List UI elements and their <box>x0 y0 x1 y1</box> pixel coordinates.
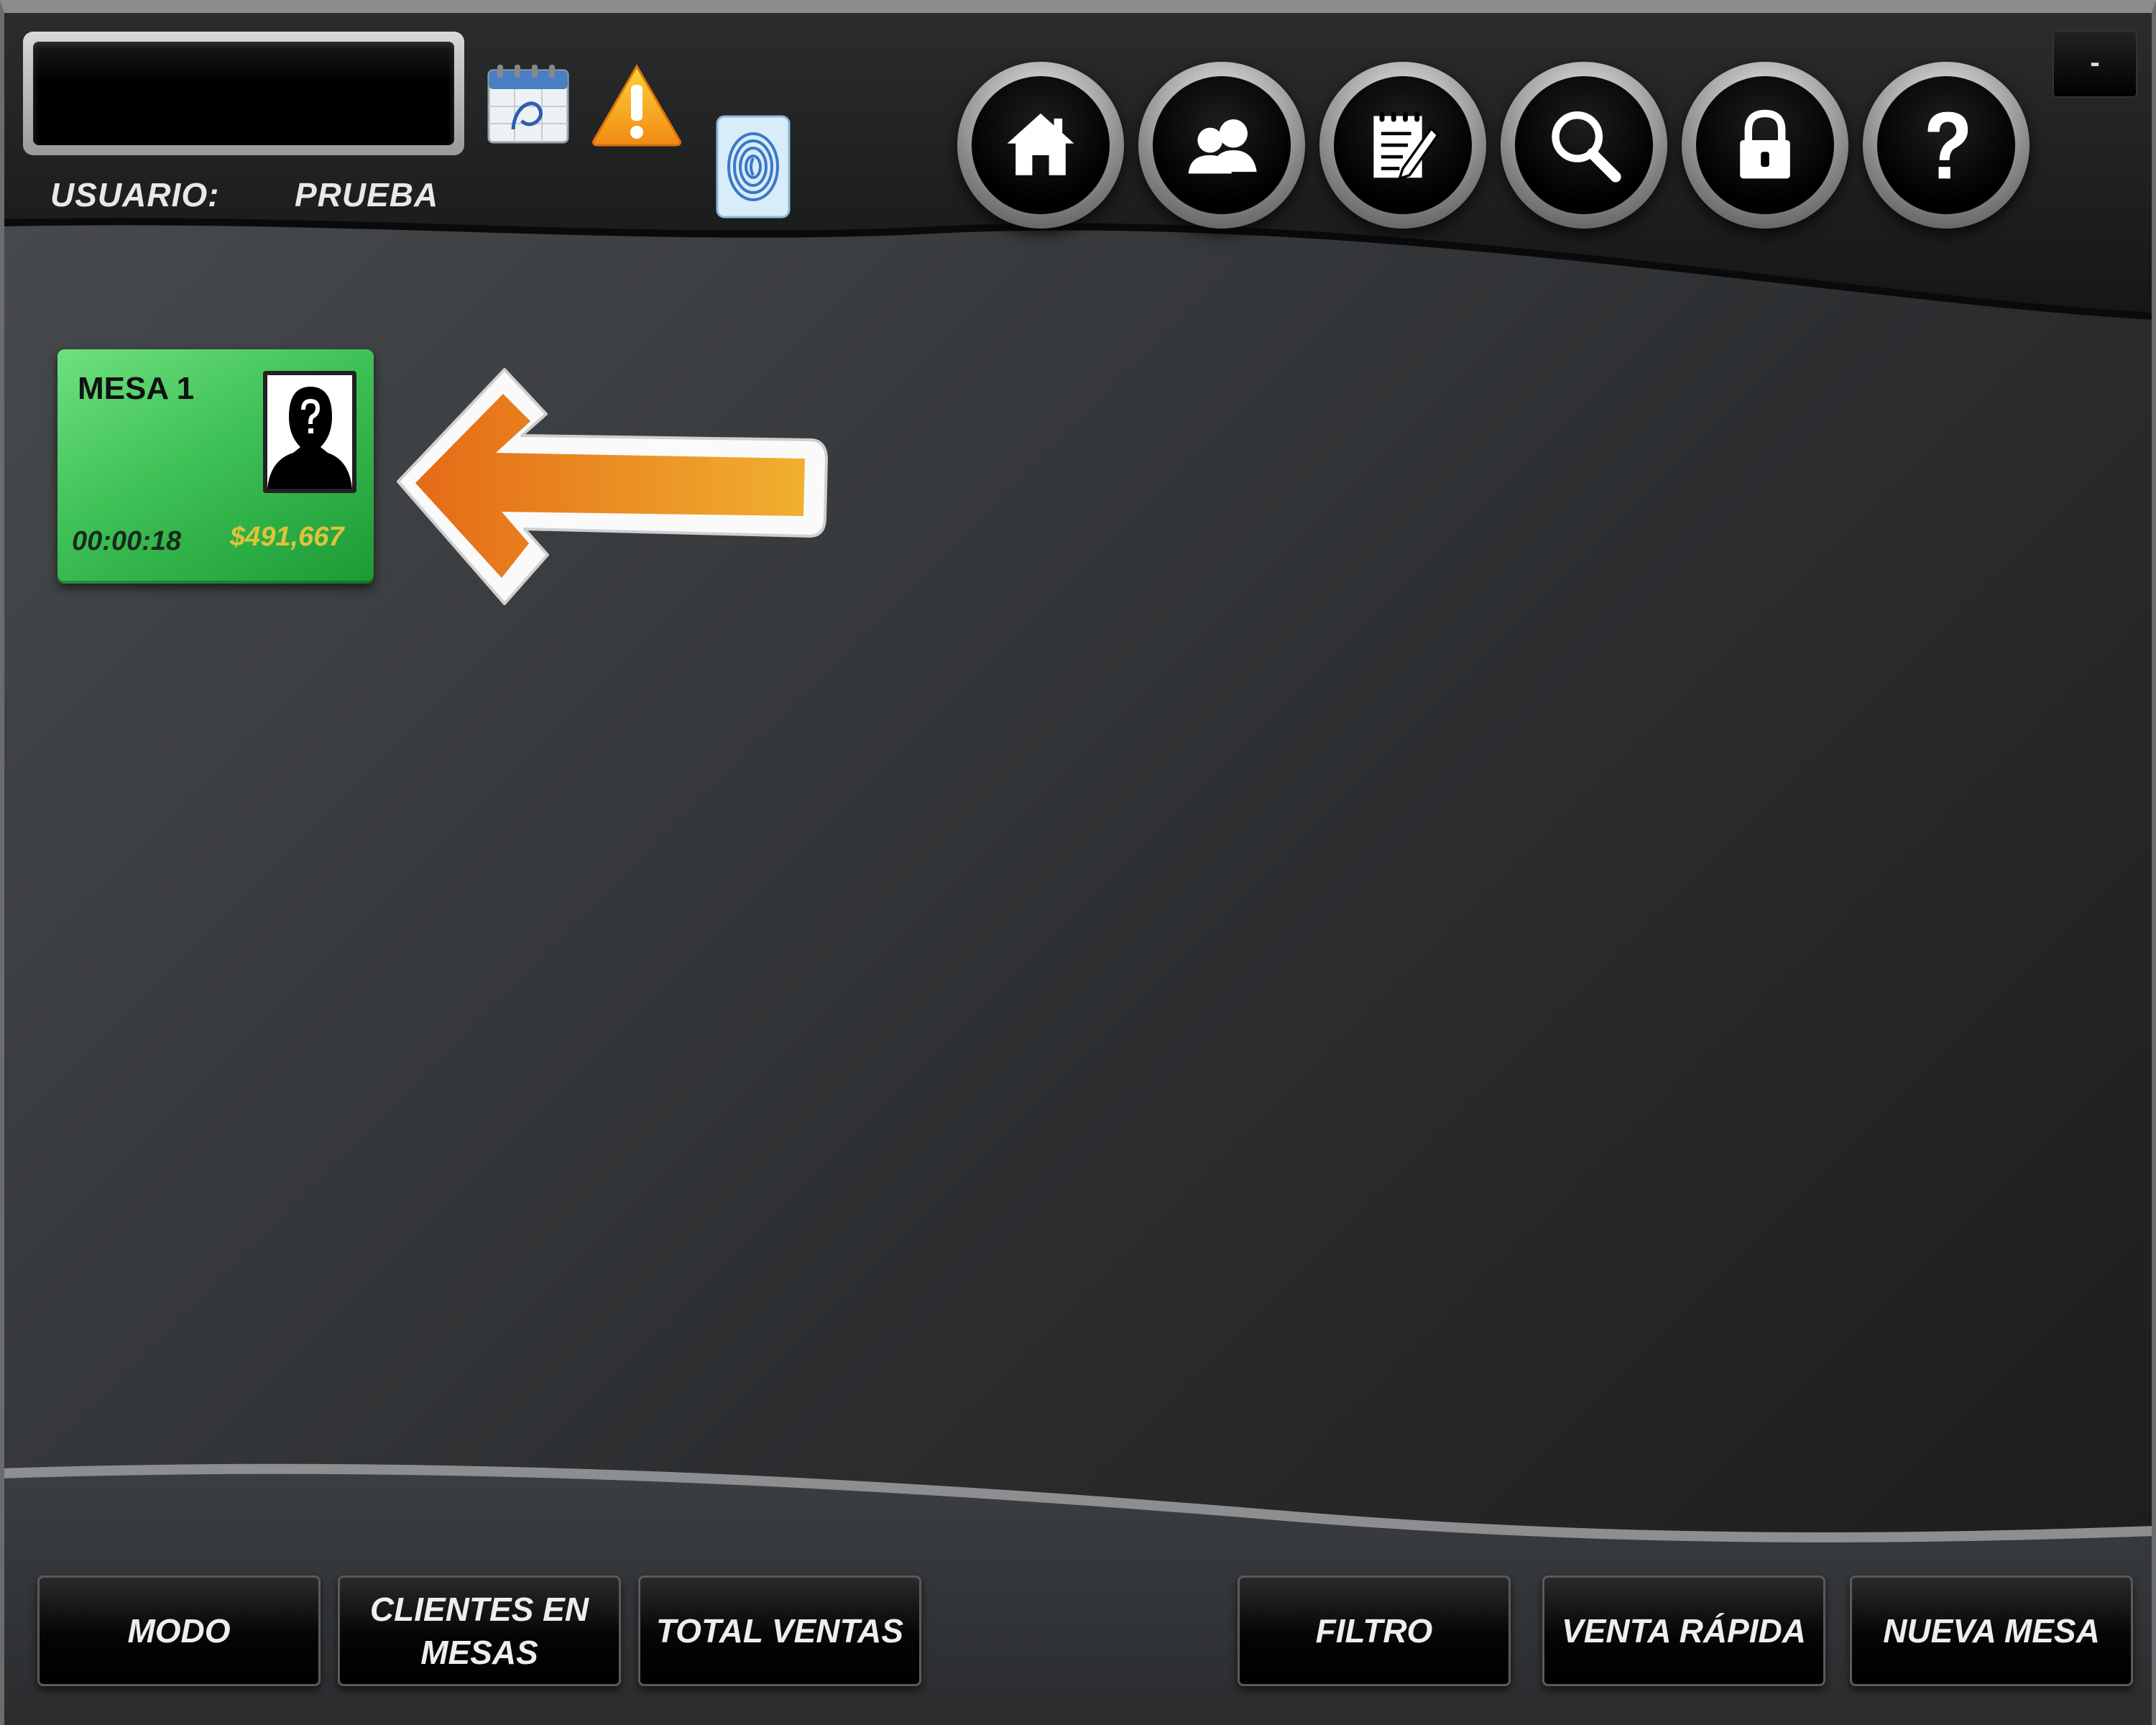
notes-button[interactable] <box>1319 62 1486 229</box>
help-icon <box>1927 111 1968 179</box>
display-screen <box>23 32 464 155</box>
total-ventas-button[interactable]: TOTAL VENTAS <box>638 1576 921 1686</box>
modo-button[interactable]: MODO <box>37 1576 321 1686</box>
calendar-icon[interactable] <box>486 60 571 145</box>
minimize-button[interactable]: - <box>2053 30 2137 98</box>
header-bar: USUARIO: PRUEBA - <box>0 0 2156 338</box>
clientes-en-mesas-button[interactable]: CLIENTES EN MESAS <box>338 1576 621 1686</box>
home-button[interactable] <box>957 62 1124 229</box>
warning-icon[interactable] <box>591 63 683 147</box>
search-icon <box>1552 111 1621 183</box>
fingerprint-icon[interactable] <box>716 115 791 218</box>
user-name: PRUEBA <box>295 176 439 213</box>
avatar <box>263 371 356 493</box>
filtro-button[interactable]: FILTRO <box>1238 1576 1511 1686</box>
table-amount: $491,667 <box>230 522 344 552</box>
table-card-mesa-1[interactable]: MESA 1 00:00:18 $491,667 <box>57 349 374 584</box>
users-button[interactable] <box>1138 62 1305 229</box>
table-elapsed-time: 00:00:18 <box>72 526 182 556</box>
nueva-mesa-button[interactable]: NUEVA MESA <box>1850 1576 2133 1686</box>
unknown-person-icon <box>267 387 352 489</box>
help-button[interactable] <box>1863 62 2030 229</box>
home-icon <box>1007 113 1074 175</box>
lock-button[interactable] <box>1682 62 1848 229</box>
venta-rapida-button[interactable]: VENTA RÁPIDA <box>1542 1576 1825 1686</box>
user-label: USUARIO: <box>50 176 220 213</box>
notepad-icon <box>1373 111 1439 181</box>
pointer-arrow-icon <box>397 368 828 605</box>
table-name: MESA 1 <box>78 371 195 406</box>
users-icon <box>1188 119 1257 174</box>
lock-icon <box>1740 109 1790 179</box>
footer-background <box>0 1463 2156 1725</box>
search-button[interactable] <box>1501 62 1667 229</box>
